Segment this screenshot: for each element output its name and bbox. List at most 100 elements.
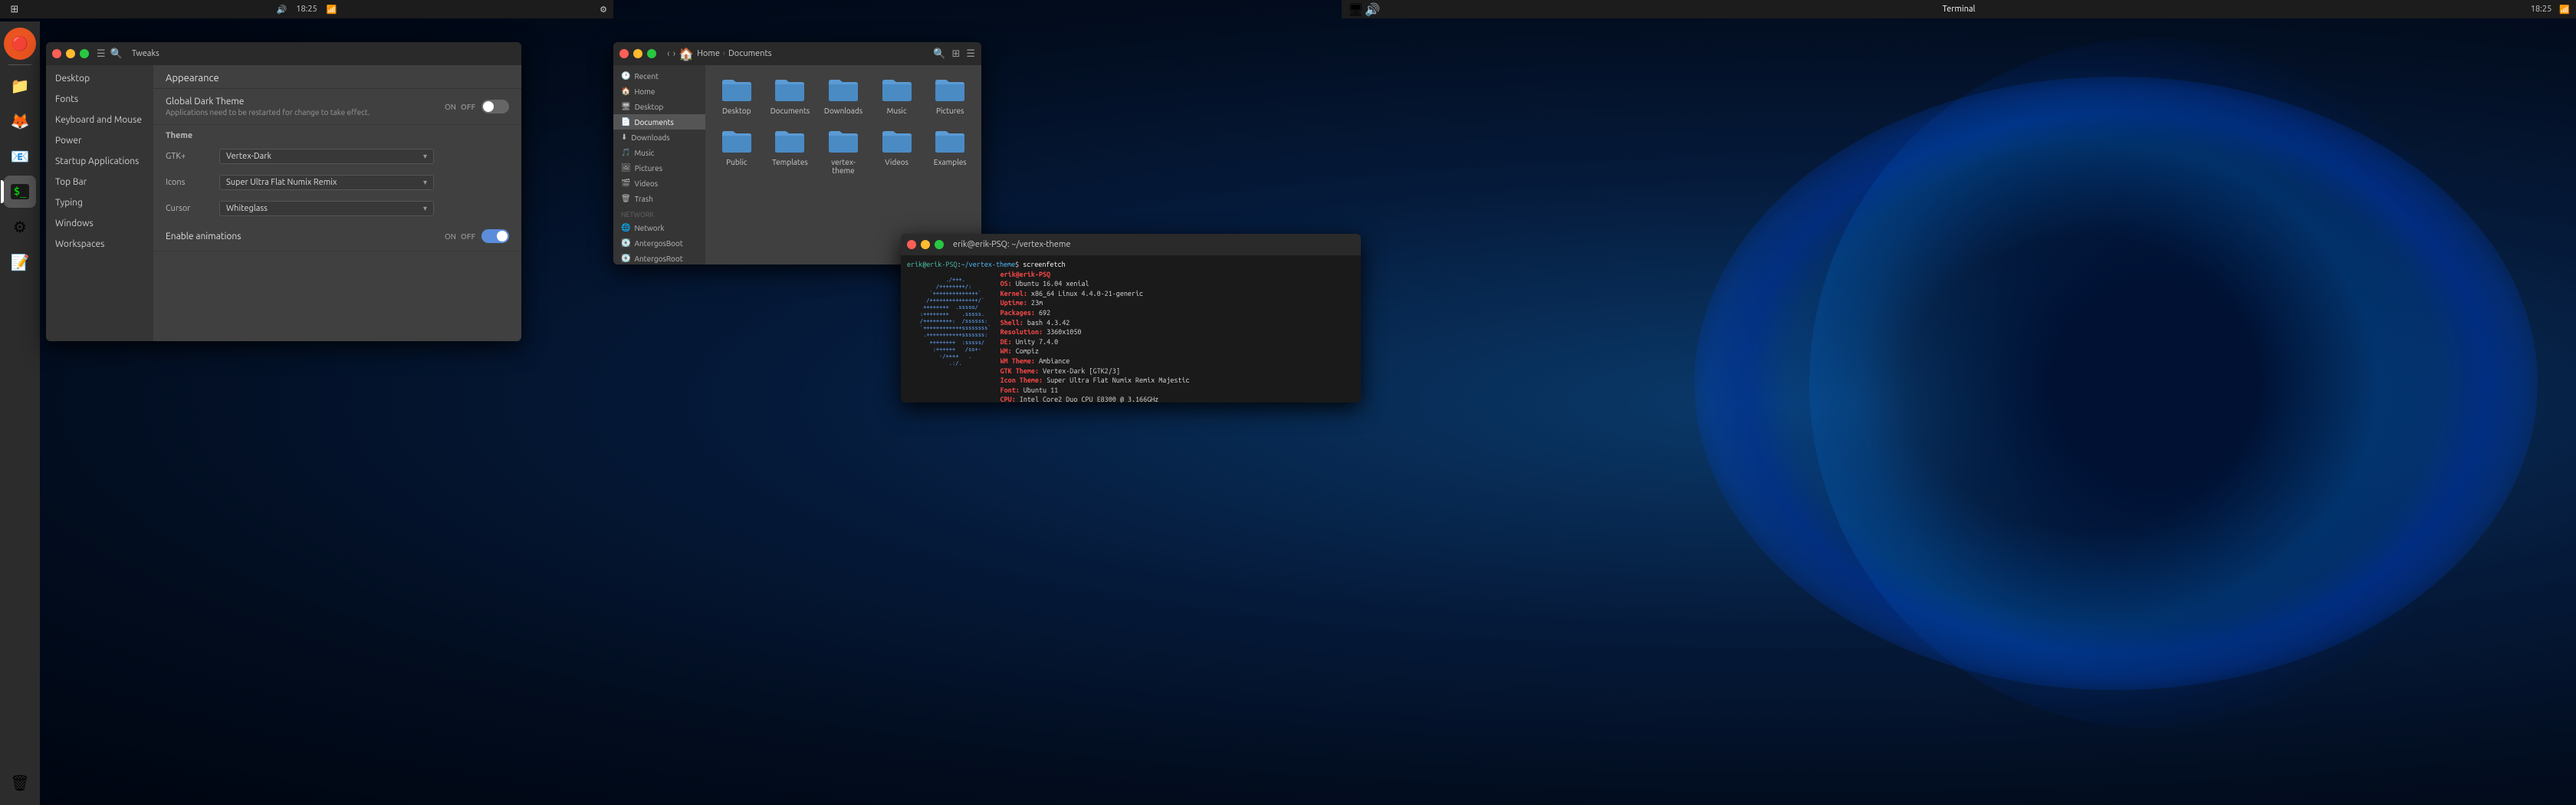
sf-wm: WM: Compiz bbox=[1001, 347, 1190, 356]
gtk-theme-value[interactable]: Vertex-Dark ▾ bbox=[219, 149, 434, 164]
fm-item-documents[interactable]: 📄 Documents bbox=[613, 114, 705, 130]
tweaks-item-windows[interactable]: Windows bbox=[46, 213, 153, 234]
tweaks-item-fonts[interactable]: Fonts bbox=[46, 89, 153, 110]
tweaks-item-topbar[interactable]: Top Bar bbox=[46, 172, 153, 192]
tweaks-item-startup[interactable]: Startup Applications bbox=[46, 151, 153, 172]
global-dark-toggle-label: ON OFF bbox=[445, 103, 475, 111]
fm-close-btn[interactable] bbox=[619, 49, 629, 58]
fm-maximize-btn[interactable] bbox=[647, 49, 656, 58]
fm-folder-music[interactable]: Music bbox=[873, 73, 921, 118]
fm-folder-templates[interactable]: Templates bbox=[767, 124, 814, 178]
cursor-theme-label: Cursor bbox=[166, 204, 219, 213]
fm-folder-downloads-icon bbox=[827, 76, 859, 104]
tweaks-search-icon[interactable]: 🔍 bbox=[110, 48, 123, 60]
topbar-time-left: 18:25 bbox=[296, 5, 317, 14]
fm-folder-vertex[interactable]: vertex-theme bbox=[820, 124, 867, 178]
fm-minimize-btn[interactable] bbox=[633, 49, 642, 58]
term-minimize-btn[interactable] bbox=[921, 240, 930, 249]
sidebar-terminal-icon[interactable]: $_ bbox=[4, 176, 36, 208]
fm-item-network[interactable]: 🌐 Network bbox=[613, 220, 705, 235]
sf-resolution: Resolution: 3360x1050 bbox=[1001, 327, 1190, 337]
fm-search-icon[interactable]: 🔍 bbox=[933, 48, 945, 60]
tweaks-content: Appearance Global Dark Theme Application… bbox=[153, 65, 521, 341]
fm-path-separator: › bbox=[723, 49, 725, 58]
icons-theme-value[interactable]: Super Ultra Flat Numix Remix ▾ bbox=[219, 175, 434, 190]
tweaks-minimize-btn[interactable] bbox=[66, 49, 75, 58]
fm-network-section: Network bbox=[613, 206, 705, 220]
fm-item-antergosBoot[interactable]: 💽 AntergosBoot bbox=[613, 235, 705, 251]
topbar-sound-icon[interactable]: 🔊 bbox=[277, 5, 288, 15]
tweaks-maximize-btn[interactable] bbox=[80, 49, 89, 58]
gtk-dropdown-arrow: ▾ bbox=[423, 152, 427, 161]
fm-item-home[interactable]: 🏠 Home bbox=[613, 84, 705, 99]
fm-back-btn[interactable]: ‹ bbox=[667, 48, 670, 59]
fm-menu-icon[interactable]: ☰ bbox=[966, 48, 975, 60]
term-content[interactable]: erik@erik-PSQ:~/vertex-theme$ screenfetc… bbox=[901, 255, 1361, 402]
global-dark-switch[interactable] bbox=[481, 100, 509, 113]
unity-sidebar: 🔴 📁 🦊 📧 $_ ⚙ 📝 🗑 bbox=[0, 21, 40, 805]
fm-folder-pictures[interactable]: Pictures bbox=[926, 73, 974, 118]
topbar-net-icon: 📶 bbox=[327, 5, 337, 15]
folder-svg-public bbox=[721, 127, 753, 155]
fm-desktop-label: Desktop bbox=[635, 103, 664, 111]
screenfetch-output: ./+++. /++++++++/: `++++++++++++++` /+++… bbox=[907, 270, 1355, 402]
fm-folder-public[interactable]: Public bbox=[713, 124, 761, 178]
fm-grid-icon[interactable]: ⊞ bbox=[951, 48, 960, 60]
tweaks-item-keyboard[interactable]: Keyboard and Mouse bbox=[46, 110, 153, 130]
term-close-btn[interactable] bbox=[907, 240, 916, 249]
tweaks-item-desktop[interactable]: Desktop bbox=[46, 68, 153, 89]
topbar-center-left: 🔊 18:25 📶 bbox=[277, 5, 337, 15]
sidebar-firefox-icon[interactable]: 🦊 bbox=[4, 105, 36, 137]
sf-os: OS: Ubuntu 16.04 xenial bbox=[1001, 279, 1190, 289]
fm-item-trash[interactable]: 🗑 Trash bbox=[613, 191, 705, 206]
icons-theme-label: Icons bbox=[166, 178, 219, 187]
terminal-window: erik@erik-PSQ: ~/vertex-theme erik@erik-… bbox=[901, 234, 1361, 402]
fm-path-home[interactable]: Home bbox=[697, 49, 720, 58]
fm-folder-music-label: Music bbox=[887, 107, 907, 115]
fm-folder-downloads[interactable]: Downloads bbox=[820, 73, 867, 118]
sf-de: DE: Unity 7.4.0 bbox=[1001, 337, 1190, 347]
cursor-theme-name: Whiteglass bbox=[226, 204, 268, 213]
fm-folder-examples[interactable]: Examples bbox=[926, 124, 974, 178]
fm-folder-vertex-icon bbox=[827, 127, 859, 155]
tweaks-item-workspaces[interactable]: Workspaces bbox=[46, 234, 153, 255]
sidebar-ubuntu-button[interactable]: 🔴 bbox=[4, 28, 36, 60]
fm-folder-documents[interactable]: Documents bbox=[767, 73, 814, 118]
fm-folder-desktop[interactable]: Desktop bbox=[713, 73, 761, 118]
sf-gtk-theme: GTK Theme: Vertex-Dark [GTK2/3] bbox=[1001, 366, 1190, 376]
fm-folder-videos[interactable]: Videos bbox=[873, 124, 921, 178]
fm-item-music[interactable]: 🎵 Music bbox=[613, 145, 705, 160]
sf-uptime: Uptime: 23m bbox=[1001, 298, 1190, 308]
sidebar-editor-icon[interactable]: 📝 bbox=[4, 246, 36, 278]
folder-svg-vertex bbox=[827, 127, 859, 155]
sidebar-files-icon[interactable]: 📁 bbox=[4, 70, 36, 102]
topbar-sound-right[interactable]: 🔊 bbox=[1365, 2, 1380, 17]
fm-folder-downloads-label: Downloads bbox=[824, 107, 863, 115]
tweaks-item-power[interactable]: Power bbox=[46, 130, 153, 151]
fm-item-desktop[interactable]: 🖥 Desktop bbox=[613, 99, 705, 114]
tweaks-item-typing[interactable]: Typing bbox=[46, 192, 153, 213]
animations-switch[interactable] bbox=[481, 229, 509, 243]
animations-label: Enable animations bbox=[166, 232, 445, 242]
topbar-center-right: Terminal bbox=[1943, 5, 1976, 14]
fm-forward-btn[interactable]: › bbox=[673, 48, 676, 59]
fm-item-recent[interactable]: 🕐 Recent bbox=[613, 68, 705, 84]
sidebar-settings-icon[interactable]: ⚙ bbox=[4, 211, 36, 243]
fm-item-downloads[interactable]: ⬇ Downloads bbox=[613, 130, 705, 145]
topbar-settings-icon[interactable]: ⚙ bbox=[600, 5, 607, 15]
folder-svg-videos bbox=[881, 127, 913, 155]
tweaks-menu-icon[interactable]: ☰ bbox=[97, 48, 106, 60]
fm-item-antergosRoot[interactable]: 💽 AntergosRoot bbox=[613, 251, 705, 264]
sidebar-trash-icon[interactable]: 🗑 bbox=[4, 767, 36, 799]
tweaks-close-btn[interactable] bbox=[52, 49, 61, 58]
cursor-theme-value[interactable]: Whiteglass ▾ bbox=[219, 201, 434, 216]
fm-item-pictures[interactable]: 🖼 Pictures bbox=[613, 160, 705, 176]
animations-toggle-label: ON OFF bbox=[445, 232, 475, 241]
global-dark-theme-row: Global Dark Theme Applications need to b… bbox=[153, 89, 521, 125]
icons-theme-row: Icons Super Ultra Flat Numix Remix ▾ bbox=[153, 169, 521, 196]
menu-icon[interactable]: ⊞ bbox=[6, 1, 23, 18]
fm-item-videos[interactable]: 🎬 Videos bbox=[613, 176, 705, 191]
folder-svg-documents bbox=[774, 76, 806, 104]
term-maximize-btn[interactable] bbox=[935, 240, 944, 249]
sidebar-email-icon[interactable]: 📧 bbox=[4, 140, 36, 172]
